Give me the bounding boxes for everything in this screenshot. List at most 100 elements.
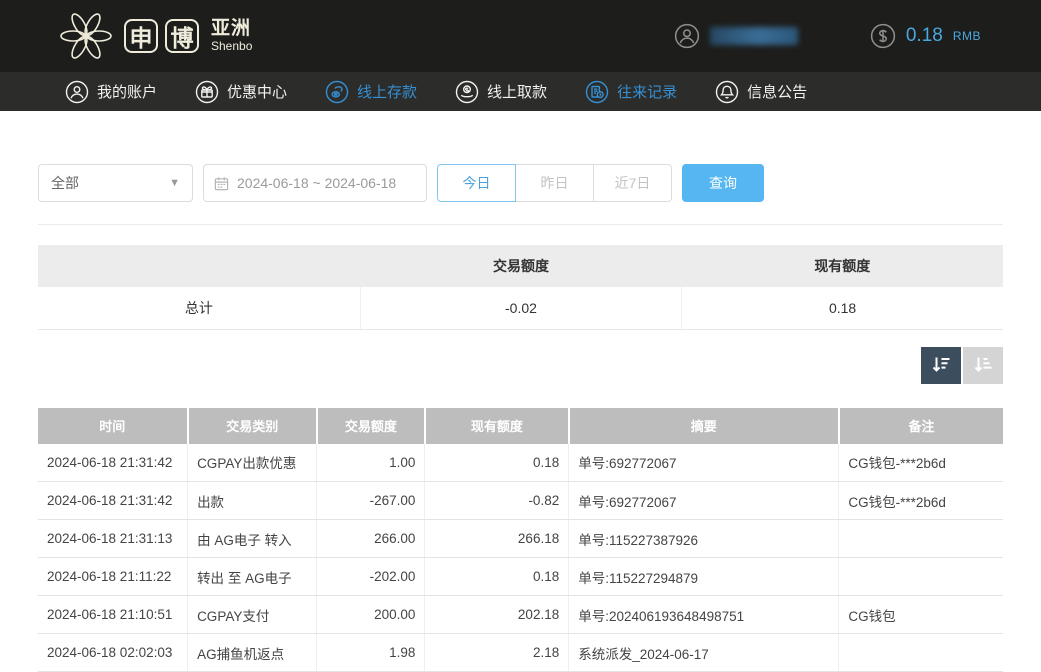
summary-balance-total: 0.18 bbox=[682, 287, 1003, 329]
cell-type: CGPAY出款优惠 bbox=[188, 444, 317, 482]
table-row: 2024-06-18 21:31:13 由 AG电子 转入 266.00 266… bbox=[38, 520, 1003, 558]
cell-time: 2024-06-18 21:31:42 bbox=[38, 444, 188, 482]
cell-time: 2024-06-18 21:31:42 bbox=[38, 482, 188, 520]
today-button[interactable]: 今日 bbox=[437, 164, 516, 202]
cell-summary: 单号:692772067 bbox=[569, 444, 839, 482]
sort-ascending-button[interactable] bbox=[963, 347, 1003, 384]
content-area: 全部 ▼ 2024-06-18 ~ 2024-06-18 今日 昨日 近7日 查… bbox=[0, 111, 1041, 672]
nav-item-online-deposit[interactable]: 线上存款 bbox=[306, 72, 436, 111]
col-time: 时间 bbox=[38, 408, 188, 444]
username-redacted bbox=[710, 27, 798, 45]
balance-amount: 0.18 bbox=[906, 25, 943, 47]
records-table: 时间 交易类别 交易额度 现有额度 摘要 备注 2024-06-18 21:31… bbox=[38, 408, 1003, 672]
cell-type: 转出 至 AG电子 bbox=[188, 558, 317, 596]
quick-date-buttons: 今日 昨日 近7日 bbox=[437, 164, 672, 202]
cell-balance: 2.18 bbox=[425, 634, 569, 672]
balance-display[interactable]: 0.18 RMB bbox=[870, 23, 981, 49]
chevron-down-icon: ▼ bbox=[169, 177, 180, 189]
brand-char-bo: 博 bbox=[165, 19, 199, 53]
deposit-icon bbox=[325, 80, 349, 104]
cell-summary: 系统派发_2024-06-17 bbox=[569, 634, 839, 672]
cell-remark: CG钱包-***2b6d bbox=[839, 444, 1003, 482]
cell-balance: 202.18 bbox=[425, 596, 569, 634]
col-type: 交易类别 bbox=[188, 408, 317, 444]
cell-balance: 0.18 bbox=[425, 558, 569, 596]
summary-header-balance: 现有额度 bbox=[682, 245, 1003, 287]
cell-amount: 266.00 bbox=[317, 520, 425, 558]
cell-type: AG捕鱼机返点 bbox=[188, 634, 317, 672]
summary-header-transaction: 交易额度 bbox=[360, 245, 681, 287]
brand-char-shen: 申 bbox=[124, 19, 158, 53]
last7days-button[interactable]: 近7日 bbox=[593, 164, 672, 202]
cell-time: 2024-06-18 02:02:03 bbox=[38, 634, 188, 672]
cell-type: 由 AG电子 转入 bbox=[188, 520, 317, 558]
user-account-chip[interactable] bbox=[674, 23, 798, 49]
cell-amount: -202.00 bbox=[317, 558, 425, 596]
cell-amount: 1.00 bbox=[317, 444, 425, 482]
nav-item-promotions[interactable]: 优惠中心 bbox=[176, 72, 306, 111]
records-icon bbox=[585, 80, 609, 104]
nav-item-announcements[interactable]: 信息公告 bbox=[696, 72, 826, 111]
col-summary: 摘要 bbox=[569, 408, 839, 444]
sort-desc-icon bbox=[930, 354, 952, 376]
calendar-icon bbox=[214, 176, 229, 191]
nav-label: 线上存款 bbox=[357, 81, 417, 102]
records-header-row: 时间 交易类别 交易额度 现有额度 摘要 备注 bbox=[38, 408, 1003, 444]
cell-remark bbox=[839, 634, 1003, 672]
cell-amount: -267.00 bbox=[317, 482, 425, 520]
sort-descending-button[interactable] bbox=[921, 347, 961, 384]
table-row: 2024-06-18 02:02:03 AG捕鱼机返点 1.98 2.18 系统… bbox=[38, 634, 1003, 672]
cell-summary: 单号:692772067 bbox=[569, 482, 839, 520]
summary-total-row: 总计 -0.02 0.18 bbox=[38, 287, 1003, 329]
summary-transaction-total: -0.02 bbox=[360, 287, 681, 329]
nav-label: 信息公告 bbox=[747, 81, 807, 102]
cell-time: 2024-06-18 21:31:13 bbox=[38, 520, 188, 558]
brand-subtitle: Shenbo bbox=[211, 40, 252, 53]
table-row: 2024-06-18 21:10:51 CGPAY支付 200.00 202.1… bbox=[38, 596, 1003, 634]
nav-label: 线上取款 bbox=[487, 81, 547, 102]
bell-icon bbox=[715, 80, 739, 104]
type-select[interactable]: 全部 ▼ bbox=[38, 164, 193, 202]
flower-logo-icon bbox=[58, 8, 114, 64]
balance-currency: RMB bbox=[953, 29, 981, 43]
cell-remark: CG钱包 bbox=[839, 596, 1003, 634]
nav-item-online-withdraw[interactable]: 线上取款 bbox=[436, 72, 566, 111]
summary-header-empty bbox=[38, 245, 360, 287]
cell-balance: -0.82 bbox=[425, 482, 569, 520]
cell-summary: 单号:202406193648498751 bbox=[569, 596, 839, 634]
main-nav: 我的账户 优惠中心 线上存款 bbox=[0, 72, 1041, 111]
withdraw-icon bbox=[455, 80, 479, 104]
nav-label: 我的账户 bbox=[97, 81, 157, 102]
nav-item-transaction-records[interactable]: 往来记录 bbox=[566, 72, 696, 111]
date-range-value: 2024-06-18 ~ 2024-06-18 bbox=[237, 175, 396, 191]
section-divider bbox=[38, 224, 1003, 225]
cell-type: CGPAY支付 bbox=[188, 596, 317, 634]
cell-summary: 单号:115227294879 bbox=[569, 558, 839, 596]
filter-row: 全部 ▼ 2024-06-18 ~ 2024-06-18 今日 昨日 近7日 查… bbox=[38, 164, 1003, 202]
summary-header-row: 交易额度 现有额度 bbox=[38, 245, 1003, 287]
nav-label: 优惠中心 bbox=[227, 81, 287, 102]
cell-remark bbox=[839, 520, 1003, 558]
table-row: 2024-06-18 21:11:22 转出 至 AG电子 -202.00 0.… bbox=[38, 558, 1003, 596]
date-range-input[interactable]: 2024-06-18 ~ 2024-06-18 bbox=[203, 164, 427, 202]
col-amount: 交易额度 bbox=[317, 408, 425, 444]
brand-region: 亚洲 bbox=[211, 19, 252, 40]
cell-remark bbox=[839, 558, 1003, 596]
cell-type: 出款 bbox=[188, 482, 317, 520]
type-select-value: 全部 bbox=[51, 173, 79, 193]
summary-total-label: 总计 bbox=[38, 287, 360, 329]
brand-logo[interactable]: 申 博 亚洲 Shenbo bbox=[58, 8, 252, 64]
cell-balance: 266.18 bbox=[425, 520, 569, 558]
topbar: 申 博 亚洲 Shenbo bbox=[0, 0, 1041, 72]
col-balance: 现有额度 bbox=[425, 408, 569, 444]
cell-balance: 0.18 bbox=[425, 444, 569, 482]
cell-remark: CG钱包-***2b6d bbox=[839, 482, 1003, 520]
nav-item-my-account[interactable]: 我的账户 bbox=[46, 72, 176, 111]
search-button[interactable]: 查询 bbox=[682, 164, 764, 202]
nav-label: 往来记录 bbox=[617, 81, 677, 102]
sort-controls bbox=[38, 347, 1003, 384]
cell-summary: 单号:115227387926 bbox=[569, 520, 839, 558]
cell-amount: 200.00 bbox=[317, 596, 425, 634]
user-icon bbox=[65, 80, 89, 104]
yesterday-button[interactable]: 昨日 bbox=[515, 164, 594, 202]
